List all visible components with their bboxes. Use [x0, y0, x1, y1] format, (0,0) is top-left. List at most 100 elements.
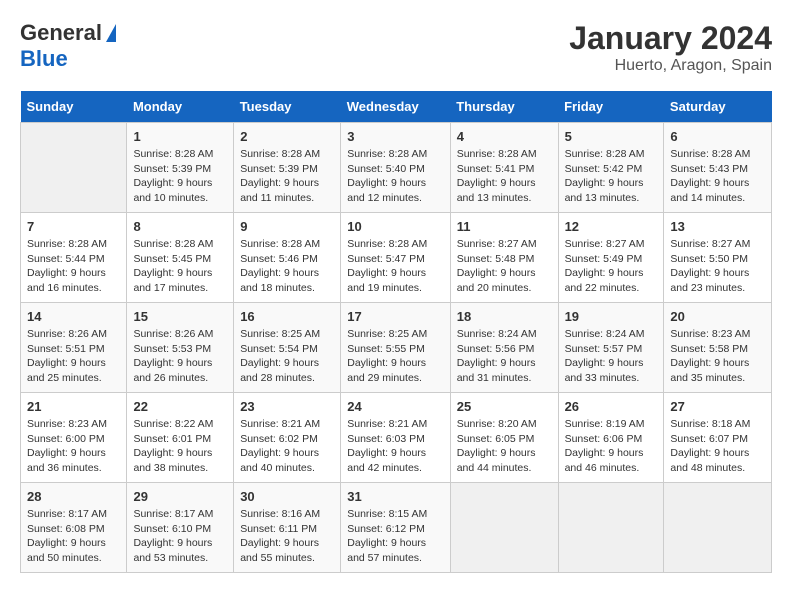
- calendar-cell: [558, 483, 664, 573]
- day-info: Sunrise: 8:28 AM Sunset: 5:42 PM Dayligh…: [565, 147, 658, 206]
- logo-general-text: General: [20, 20, 102, 46]
- day-number: 16: [240, 309, 334, 324]
- day-info: Sunrise: 8:28 AM Sunset: 5:39 PM Dayligh…: [240, 147, 334, 206]
- day-info: Sunrise: 8:26 AM Sunset: 5:51 PM Dayligh…: [27, 327, 120, 386]
- calendar-week-row: 28Sunrise: 8:17 AM Sunset: 6:08 PM Dayli…: [21, 483, 772, 573]
- day-number: 9: [240, 219, 334, 234]
- calendar-cell: 19 Sunrise: 8:24 AM Sunset: 5:57 PM Dayli…: [558, 303, 664, 393]
- day-info: Sunrise: 8:20 AM Sunset: 6:05 PM Dayligh…: [457, 417, 552, 476]
- day-number: 24: [347, 399, 443, 414]
- day-info: Sunrise: 8:27 AM Sunset: 5:48 PM Dayligh…: [457, 237, 552, 296]
- day-number: 11: [457, 219, 552, 234]
- calendar-week-row: 14 Sunrise: 8:26 AM Sunset: 5:51 PM Dayli…: [21, 303, 772, 393]
- weekday-header-wednesday: Wednesday: [341, 91, 450, 123]
- day-number: 8: [133, 219, 227, 234]
- day-info: Sunrise: 8:23 AM Sunset: 6:00 PM Dayligh…: [27, 417, 120, 476]
- day-number: 21: [27, 399, 120, 414]
- day-info: Sunrise: 8:19 AM Sunset: 6:06 PM Dayligh…: [565, 417, 658, 476]
- calendar-cell: 11 Sunrise: 8:27 AM Sunset: 5:48 PM Dayli…: [450, 213, 558, 303]
- day-number: 27: [670, 399, 765, 414]
- calendar-cell: 24 Sunrise: 8:21 AM Sunset: 6:03 PM Dayli…: [341, 393, 450, 483]
- day-info: Sunrise: 8:28 AM Sunset: 5:45 PM Dayligh…: [133, 237, 227, 296]
- calendar-cell: 5Sunrise: 8:28 AM Sunset: 5:42 PM Daylig…: [558, 123, 664, 213]
- calendar-cell: 3Sunrise: 8:28 AM Sunset: 5:40 PM Daylig…: [341, 123, 450, 213]
- day-number: 3: [347, 129, 443, 144]
- day-info: Sunrise: 8:24 AM Sunset: 5:57 PM Dayligh…: [565, 327, 658, 386]
- day-info: Sunrise: 8:22 AM Sunset: 6:01 PM Dayligh…: [133, 417, 227, 476]
- weekday-header-saturday: Saturday: [664, 91, 772, 123]
- calendar-cell: 18 Sunrise: 8:24 AM Sunset: 5:56 PM Dayli…: [450, 303, 558, 393]
- day-info: Sunrise: 8:26 AM Sunset: 5:53 PM Dayligh…: [133, 327, 227, 386]
- day-info: Sunrise: 8:28 AM Sunset: 5:44 PM Dayligh…: [27, 237, 120, 296]
- calendar-header: SundayMondayTuesdayWednesdayThursdayFrid…: [21, 91, 772, 123]
- day-number: 1: [133, 129, 227, 144]
- calendar-body: 1 Sunrise: 8:28 AM Sunset: 5:39 PM Daylig…: [21, 123, 772, 573]
- calendar-week-row: 7 Sunrise: 8:28 AM Sunset: 5:44 PM Daylig…: [21, 213, 772, 303]
- calendar-title: January 2024: [569, 20, 772, 57]
- day-info: Sunrise: 8:24 AM Sunset: 5:56 PM Dayligh…: [457, 327, 552, 386]
- calendar-cell: 25 Sunrise: 8:20 AM Sunset: 6:05 PM Dayli…: [450, 393, 558, 483]
- day-number: 19: [565, 309, 658, 324]
- calendar-cell: 31 Sunrise: 8:15 AM Sunset: 6:12 PM Dayli…: [341, 483, 450, 573]
- day-number: 2: [240, 129, 334, 144]
- calendar-cell: 12 Sunrise: 8:27 AM Sunset: 5:49 PM Dayli…: [558, 213, 664, 303]
- day-info: Sunrise: 8:23 AM Sunset: 5:58 PM Dayligh…: [670, 327, 765, 386]
- day-info: Sunrise: 8:28 AM Sunset: 5:39 PM Dayligh…: [133, 147, 227, 206]
- day-number: 4: [457, 129, 552, 144]
- day-info: Sunrise: 8:21 AM Sunset: 6:03 PM Dayligh…: [347, 417, 443, 476]
- calendar-cell: 23 Sunrise: 8:21 AM Sunset: 6:02 PM Dayli…: [234, 393, 341, 483]
- calendar-week-row: 1 Sunrise: 8:28 AM Sunset: 5:39 PM Daylig…: [21, 123, 772, 213]
- day-info: Sunrise: 8:27 AM Sunset: 5:50 PM Dayligh…: [670, 237, 765, 296]
- calendar-subtitle: Huerto, Aragon, Spain: [569, 57, 772, 75]
- day-number: 20: [670, 309, 765, 324]
- weekday-header-thursday: Thursday: [450, 91, 558, 123]
- calendar-week-row: 21 Sunrise: 8:23 AM Sunset: 6:00 PM Dayli…: [21, 393, 772, 483]
- calendar-cell: 30 Sunrise: 8:16 AM Sunset: 6:11 PM Dayli…: [234, 483, 341, 573]
- day-number: 28: [27, 489, 120, 504]
- day-number: 12: [565, 219, 658, 234]
- logo-triangle-icon: [106, 24, 116, 42]
- day-number: 6: [670, 129, 765, 144]
- day-info: Sunrise: 8:28 AM Sunset: 5:47 PM Dayligh…: [347, 237, 443, 296]
- calendar-cell: 29Sunrise: 8:17 AM Sunset: 6:10 PM Dayli…: [127, 483, 234, 573]
- day-info: Sunrise: 8:25 AM Sunset: 5:55 PM Dayligh…: [347, 327, 443, 386]
- day-number: 22: [133, 399, 227, 414]
- weekday-header-tuesday: Tuesday: [234, 91, 341, 123]
- calendar-cell: 14 Sunrise: 8:26 AM Sunset: 5:51 PM Dayli…: [21, 303, 127, 393]
- weekday-header-friday: Friday: [558, 91, 664, 123]
- day-info: Sunrise: 8:16 AM Sunset: 6:11 PM Dayligh…: [240, 507, 334, 566]
- day-number: 31: [347, 489, 443, 504]
- day-info: Sunrise: 8:27 AM Sunset: 5:49 PM Dayligh…: [565, 237, 658, 296]
- calendar-cell: 17 Sunrise: 8:25 AM Sunset: 5:55 PM Dayli…: [341, 303, 450, 393]
- calendar-cell: 8 Sunrise: 8:28 AM Sunset: 5:45 PM Daylig…: [127, 213, 234, 303]
- calendar-cell: 27 Sunrise: 8:18 AM Sunset: 6:07 PM Dayli…: [664, 393, 772, 483]
- day-info: Sunrise: 8:28 AM Sunset: 5:41 PM Dayligh…: [457, 147, 552, 206]
- calendar-cell: [450, 483, 558, 573]
- day-number: 30: [240, 489, 334, 504]
- calendar-cell: 2 Sunrise: 8:28 AM Sunset: 5:39 PM Daylig…: [234, 123, 341, 213]
- weekday-row: SundayMondayTuesdayWednesdayThursdayFrid…: [21, 91, 772, 123]
- day-info: Sunrise: 8:28 AM Sunset: 5:46 PM Dayligh…: [240, 237, 334, 296]
- day-number: 7: [27, 219, 120, 234]
- day-number: 13: [670, 219, 765, 234]
- day-info: Sunrise: 8:18 AM Sunset: 6:07 PM Dayligh…: [670, 417, 765, 476]
- day-info: Sunrise: 8:15 AM Sunset: 6:12 PM Dayligh…: [347, 507, 443, 566]
- calendar-cell: [21, 123, 127, 213]
- day-number: 18: [457, 309, 552, 324]
- calendar-cell: 9 Sunrise: 8:28 AM Sunset: 5:46 PM Daylig…: [234, 213, 341, 303]
- day-info: Sunrise: 8:25 AM Sunset: 5:54 PM Dayligh…: [240, 327, 334, 386]
- calendar-cell: 28Sunrise: 8:17 AM Sunset: 6:08 PM Dayli…: [21, 483, 127, 573]
- calendar-cell: 26Sunrise: 8:19 AM Sunset: 6:06 PM Dayli…: [558, 393, 664, 483]
- calendar-cell: 10Sunrise: 8:28 AM Sunset: 5:47 PM Dayli…: [341, 213, 450, 303]
- day-number: 23: [240, 399, 334, 414]
- calendar-cell: 22 Sunrise: 8:22 AM Sunset: 6:01 PM Dayli…: [127, 393, 234, 483]
- day-number: 25: [457, 399, 552, 414]
- day-number: 17: [347, 309, 443, 324]
- calendar-cell: [664, 483, 772, 573]
- calendar-cell: 6Sunrise: 8:28 AM Sunset: 5:43 PM Daylig…: [664, 123, 772, 213]
- calendar-cell: 20 Sunrise: 8:23 AM Sunset: 5:58 PM Dayli…: [664, 303, 772, 393]
- day-info: Sunrise: 8:21 AM Sunset: 6:02 PM Dayligh…: [240, 417, 334, 476]
- day-number: 14: [27, 309, 120, 324]
- calendar-cell: 21 Sunrise: 8:23 AM Sunset: 6:00 PM Dayli…: [21, 393, 127, 483]
- calendar-cell: 13 Sunrise: 8:27 AM Sunset: 5:50 PM Dayli…: [664, 213, 772, 303]
